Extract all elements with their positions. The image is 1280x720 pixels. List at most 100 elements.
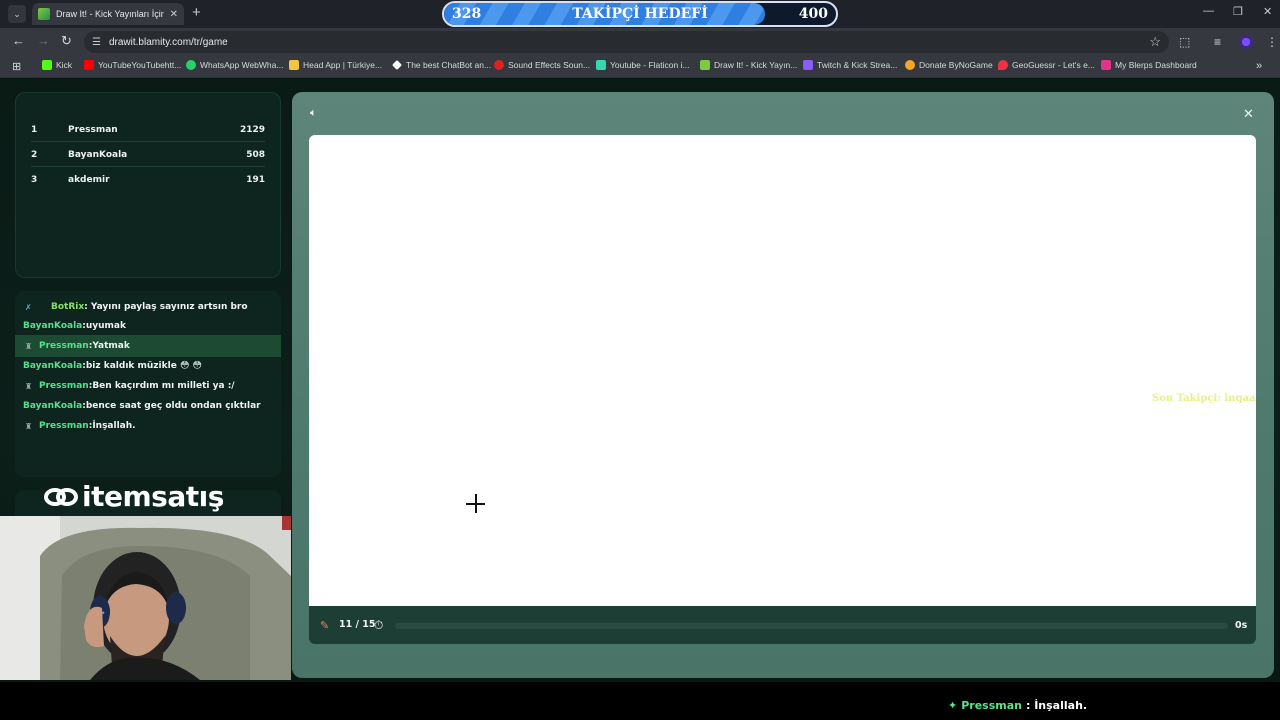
leaderboard-row: 3 akdemir 191 <box>31 168 265 192</box>
badge-icon: ♜ <box>25 341 33 351</box>
bookmark-item[interactable]: The best ChatBot an... <box>392 60 491 70</box>
chat-username: Pressman <box>39 421 89 431</box>
bookmark-item[interactable]: Donate ByNoGame <box>905 60 993 70</box>
chat-text: :İnşallah. <box>88 421 136 431</box>
timer-text: 0s <box>1235 620 1248 631</box>
bookmarks-bar: ⊞ Kick YouTubeYouTubehtt... WhatsApp Web… <box>0 56 1280 78</box>
badge-icon: ♜ <box>25 381 33 391</box>
bookmark-label: GeoGuessr - Let's e... <box>1012 60 1095 70</box>
leaderboard: 1 Pressman 2129 2 BayanKoala 508 3 akdem… <box>15 92 281 278</box>
bookmark-item[interactable]: Youtube - Flaticon i... <box>596 60 690 70</box>
pencil-icon: ✎ <box>320 620 330 632</box>
webcam-overlay <box>0 516 291 680</box>
url-text: drawit.blamity.com/tr/game <box>108 36 228 48</box>
window-close-icon[interactable]: ✕ <box>1263 5 1272 18</box>
bookmark-icon <box>905 60 915 70</box>
bookmark-icon <box>84 60 94 70</box>
chat-message: BayanKoala :uyumak <box>23 317 281 335</box>
ticker-text: : İnşallah. <box>1025 699 1088 712</box>
bookmark-label: My Blerps Dashboard <box>1115 60 1197 70</box>
bookmark-icon <box>494 60 504 70</box>
leaderboard-name: Pressman <box>68 124 118 135</box>
active-tab[interactable]: Draw It! - Kick Yayınları İçin Çizim ✕ <box>32 3 184 25</box>
bookmark-item[interactable]: GeoGuessr - Let's e... <box>998 60 1095 70</box>
close-icon[interactable]: ✕ <box>1243 106 1254 122</box>
follower-goal-title: TAKİPÇİ HEDEFİ <box>572 6 708 22</box>
tab-favicon-icon <box>38 8 50 20</box>
bot-icon: ✗ <box>25 302 32 312</box>
webcam-image <box>0 516 291 680</box>
new-tab-button[interactable]: + <box>192 4 201 22</box>
leaderboard-name: akdemir <box>68 175 110 185</box>
bookmark-label: Draw It! - Kick Yayın... <box>714 60 798 70</box>
address-bar[interactable]: ☰ drawit.blamity.com/tr/game ☆ <box>84 31 1169 53</box>
leaderboard-rank: 3 <box>31 175 38 185</box>
bookmark-icon <box>803 60 813 70</box>
restore-icon[interactable]: ❐ <box>1233 5 1243 18</box>
leaderboard-score: 191 <box>246 175 265 185</box>
chat-username: Pressman <box>39 381 89 391</box>
bookmark-item[interactable]: WhatsApp WebWha... <box>186 60 283 70</box>
leaderboard-row: 1 Pressman 2129 <box>31 118 265 142</box>
back-icon[interactable]: ← <box>12 34 25 48</box>
sponsor-logo: itemsatış <box>44 480 224 513</box>
leaderboard-row: 2 BayanKoala 508 <box>31 143 265 167</box>
more-bookmarks-icon[interactable]: » <box>1256 60 1262 72</box>
site-info-icon[interactable]: ☰ <box>92 37 101 48</box>
bookmark-item[interactable]: Head App | Türkiye... <box>289 60 382 70</box>
bookmark-label: Donate ByNoGame <box>919 60 993 70</box>
bookmark-icon <box>392 60 402 70</box>
chat-message: BayanKoala :biz kaldık müzikle 😳 😳 <box>23 357 281 375</box>
bookmark-item[interactable]: Sound Effects Soun... <box>494 60 590 70</box>
chat-username: BayanKoala <box>23 321 83 331</box>
leaderboard-rank: 1 <box>31 124 38 135</box>
bookmark-item[interactable]: My Blerps Dashboard <box>1101 60 1197 70</box>
chat-ticker: ✦ Pressman : İnşallah. <box>948 699 1087 712</box>
bookmark-label: WhatsApp WebWha... <box>200 60 284 70</box>
bookmark-icon <box>42 60 52 70</box>
tab-bar: ⌄ Draw It! - Kick Yayınları İçin Çizim ✕… <box>0 0 1280 28</box>
reload-icon[interactable]: ↻ <box>61 34 72 48</box>
follower-goal-bar: 328 TAKİPÇİ HEDEFİ 400 <box>442 1 838 27</box>
bookmark-star-icon[interactable]: ☆ <box>1149 34 1161 50</box>
sound-icon[interactable]: 🔈︎ <box>310 107 317 120</box>
chat-text: :Yatmak <box>88 341 130 351</box>
bookmark-label: The best ChatBot an... <box>406 60 492 70</box>
follower-goal-target: 400 <box>798 6 828 22</box>
tab-title: Draw It! - Kick Yayınları İçin Çizim <box>56 9 164 19</box>
bookmark-icon <box>998 60 1008 70</box>
chat-username: Pressman <box>39 341 89 351</box>
bookmark-item[interactable]: Twitch & Kick Strea... <box>803 60 897 70</box>
bookmark-label: YouTubeYouTubehtt... <box>98 60 182 70</box>
bookmark-label: Head App | Türkiye... <box>303 60 383 70</box>
bookmark-item[interactable]: YouTubeYouTubehtt... <box>84 60 181 70</box>
chat-panel: ✗ BotRix : Yayını paylaş sayınız artsın … <box>15 291 281 477</box>
forward-icon[interactable]: → <box>37 34 50 48</box>
tab-search-button[interactable]: ⌄ <box>8 5 26 23</box>
sponsor-name: itemsatış <box>82 480 224 513</box>
leaderboard-name: BayanKoala <box>68 149 128 160</box>
menu-icon[interactable]: ⋮ <box>1266 35 1278 49</box>
chat-text: :Ben kaçırdım mı milleti ya :/ <box>88 381 235 391</box>
sponsor-logo-icon <box>44 487 78 506</box>
tab-close-icon[interactable]: ✕ <box>170 9 178 20</box>
bookmark-icon <box>700 60 710 70</box>
extensions-icon[interactable]: ⬚ <box>1179 35 1190 49</box>
bookmark-label: Twitch & Kick Strea... <box>817 60 898 70</box>
bookmark-item[interactable]: Draw It! - Kick Yayın... <box>700 60 797 70</box>
bookmark-label: Sound Effects Soun... <box>508 60 591 70</box>
chat-text: : Yayını paylaş sayınız artsın bro <box>84 302 248 312</box>
profile-avatar[interactable] <box>1239 35 1253 49</box>
bookmark-label: Kick <box>56 60 73 70</box>
drawing-canvas[interactable] <box>309 135 1256 606</box>
bookmark-item[interactable]: Kick <box>42 60 72 70</box>
chat-username: BotRix <box>51 302 85 312</box>
chat-message: BayanKoala :bence saat geç oldu ondan çı… <box>23 397 281 415</box>
media-controls-icon[interactable]: ≡ <box>1214 35 1221 49</box>
minimize-icon[interactable]: — <box>1203 5 1214 17</box>
apps-icon[interactable]: ⊞ <box>12 60 21 73</box>
bookmark-icon <box>186 60 196 70</box>
round-counter: 11 / 15 <box>339 619 376 630</box>
last-follower-text: Son Takipçi: inqaaba <box>1152 393 1256 404</box>
chat-message-highlighted: ♜ Pressman :Yatmak <box>15 335 281 357</box>
